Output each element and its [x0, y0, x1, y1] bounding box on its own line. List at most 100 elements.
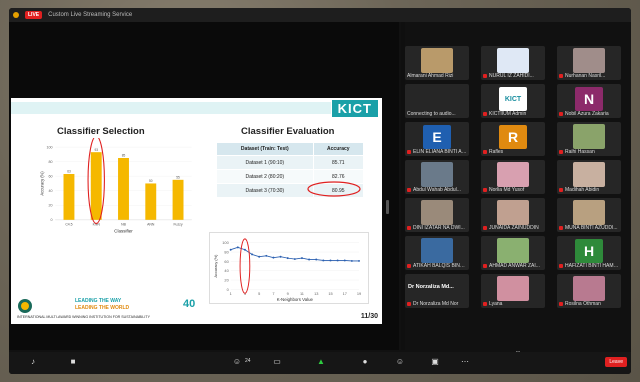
line-xtick-label: 15 [328, 291, 332, 296]
participant-name: HAFIZATI BINTI HAMIDI [559, 263, 619, 269]
participant-video [573, 124, 605, 149]
apps-icon[interactable]: ▣ [429, 357, 441, 367]
participant-name: KICTIIUM Admin [483, 111, 543, 117]
muted-mic-icon [483, 187, 487, 192]
slide-header-band [11, 102, 331, 114]
shared-screen: KICT Classifier Selection Classifier Eva… [9, 22, 399, 350]
line-highlight-ellipse [239, 238, 251, 294]
footer-tagline: INTERNATIONAL MULTI-AWARD WINNING INSTIT… [17, 315, 150, 319]
participant-tile[interactable]: R Rafles [481, 122, 545, 156]
muted-mic-icon [483, 301, 487, 306]
muted-mic-icon [559, 187, 563, 192]
participant-tile[interactable]: MUNA BINTI AZUDDI... [557, 198, 621, 232]
line-ytick-label: 40 [224, 268, 228, 273]
highlight-ellipse [307, 181, 361, 197]
participant-video [421, 200, 453, 225]
bar-ytick-label: 100 [47, 145, 53, 149]
table-row: Dataset 1 (90:10) 85.71 [216, 155, 365, 170]
muted-mic-icon [559, 149, 563, 154]
line-point [293, 258, 296, 261]
leave-button[interactable]: Leave [605, 357, 627, 367]
participant-name: Lyana [483, 301, 543, 307]
reactions-icon[interactable]: ☺ [394, 357, 406, 367]
line-ytick-label: 0 [227, 287, 229, 292]
table-cell: Dataset 3 (70:30) [216, 183, 314, 198]
participant-tile[interactable]: Lyana [481, 274, 545, 308]
participant-tile[interactable]: JUNAIDA ZAINUDDIN [481, 198, 545, 232]
participants-icon[interactable]: ☺ [231, 357, 243, 367]
line-point [322, 259, 325, 262]
participant-tile[interactable]: E ELIN ELIANA BINTI AB... [405, 122, 469, 156]
participant-name: Norlia Md Yusof [483, 187, 543, 193]
line-point [272, 256, 275, 259]
bar-ytick-label: 60 [49, 175, 53, 179]
video-camera-icon[interactable]: ■ [67, 357, 79, 367]
table-cell: 85.71 [312, 155, 365, 170]
record-icon [13, 12, 19, 18]
participant-tile[interactable]: Connecting to audio... [405, 84, 469, 118]
bar-x-axis-label: Classifier [114, 229, 133, 234]
line-x-axis-label: K-Neighbors Value [277, 297, 314, 302]
participant-tile[interactable]: Nurhanan Nasril... [557, 46, 621, 80]
table-cell: Dataset 1 (90:10) [216, 155, 314, 170]
participant-tile[interactable]: KICT KICTIIUM Admin [481, 84, 545, 118]
participant-tile[interactable]: ATIKAH BALQIS BINTI... [405, 236, 469, 270]
muted-mic-icon [483, 225, 487, 230]
line-point [300, 257, 303, 260]
microphone-icon[interactable]: ♪ [27, 357, 39, 367]
participant-avatar: E [423, 125, 451, 149]
participant-tile[interactable]: Abdul Wahab Abdul... [405, 160, 469, 194]
participant-tile[interactable]: NURUL IZ ZAHIDI... [481, 46, 545, 80]
participant-tile[interactable]: Almarani Ahmad Rizi [405, 46, 469, 80]
share-screen-icon[interactable]: ▲ [315, 357, 327, 367]
participants-count: 24 [245, 358, 251, 364]
participant-video [573, 200, 605, 225]
participant-name: MUNA BINTI AZUDDI... [559, 225, 619, 231]
line-point [315, 258, 318, 261]
split-resize-handle[interactable] [386, 200, 389, 214]
participant-tile[interactable]: DINI IZATAR NA DWI... [405, 198, 469, 232]
line-chart: 0204060801001 3 5 7 9 11 13 15 17 19K-Neighbors V… [209, 232, 369, 304]
table-header-cell: Accuracy [312, 142, 365, 156]
participant-tile[interactable]: Dr Norzaliza Md... Dr Norzaliza Md Nor [405, 274, 469, 308]
chat-icon[interactable]: ▭ [271, 357, 283, 367]
participant-name: ATIKAH BALQIS BINTI... [407, 263, 467, 269]
participant-tile[interactable]: N Nobil Azura Zakaria [557, 84, 621, 118]
participant-name: Nobil Azura Zakaria [559, 111, 619, 117]
line-ytick-label: 100 [222, 240, 228, 245]
participant-video [497, 200, 529, 225]
participant-video [421, 48, 453, 73]
line-point [329, 259, 332, 262]
participant-tile[interactable]: AHMAD ANWAR ZAI... [481, 236, 545, 270]
meeting-window: LIVE Custom Live Streaming Service KICT … [9, 8, 631, 374]
bar-value-label: 50 [149, 179, 153, 183]
kict-banner: KICT [331, 100, 378, 117]
participant-name: Abdul Wahab Abdul... [407, 187, 467, 193]
line-point [265, 254, 268, 257]
participant-video [497, 276, 529, 301]
bar-ytick-label: 40 [49, 189, 53, 193]
window-title: Custom Live Streaming Service [48, 12, 133, 18]
footer-slogan-2: LEADING THE WORLD [75, 305, 130, 311]
participant-video [421, 162, 453, 187]
university-logo-icon [18, 299, 32, 313]
participant-tile[interactable]: Norlia Md Yusof [481, 160, 545, 194]
more-icon[interactable]: ⋯ [459, 357, 471, 367]
muted-mic-icon [559, 73, 563, 78]
meeting-toolbar: ♪ ■ ☺ 24 ▭ ▲ ● ☺ ▣ ⋯ Leave [9, 352, 631, 374]
muted-mic-icon [559, 111, 563, 116]
table-header-cell: Dataset (Train: Test) [216, 142, 314, 156]
participant-name: ELIN ELIANA BINTI AB... [407, 149, 467, 155]
participant-name: AHMAD ANWAR ZAI... [483, 263, 543, 269]
participant-tile[interactable]: Madihah Abidin [557, 160, 621, 194]
bar-category-label: KNN [93, 222, 101, 226]
record-button-icon[interactable]: ● [359, 357, 371, 367]
bar [90, 152, 102, 220]
participant-tile[interactable]: H HAFIZATI BINTI HAMIDI [557, 236, 621, 270]
participant-name: Rafles [483, 149, 543, 155]
participant-tile[interactable]: Rosilna Othman [557, 274, 621, 308]
participant-name: DINI IZATAR NA DWI... [407, 225, 467, 231]
participant-tile[interactable]: Raihi Hassan [557, 122, 621, 156]
bar-value-label: 93 [94, 148, 98, 152]
bar-ytick-label: 20 [49, 204, 53, 208]
